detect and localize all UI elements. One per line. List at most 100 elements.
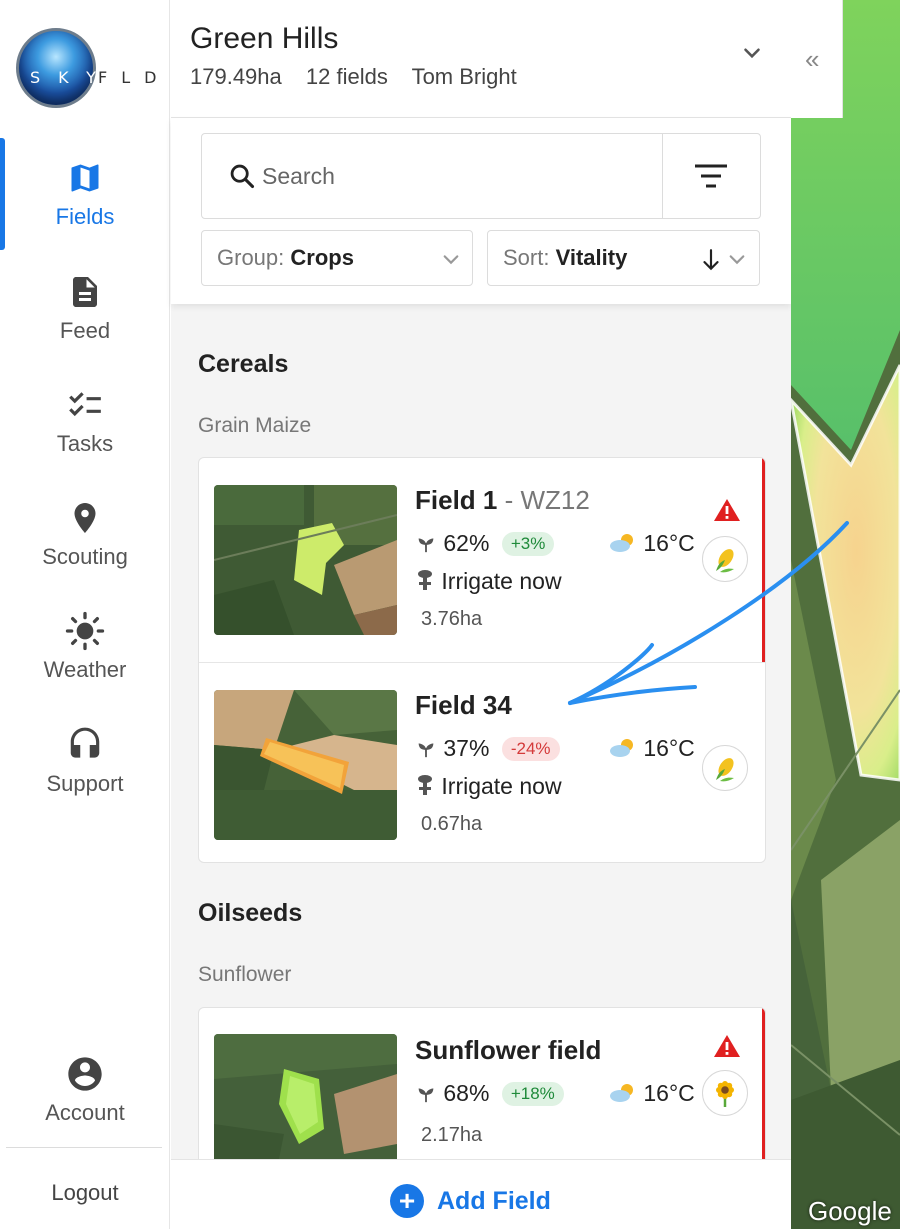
app-logo[interactable]: SKY FLD — [14, 26, 164, 110]
sidebar-item-feed[interactable]: Feed — [0, 272, 170, 382]
search-icon — [228, 162, 256, 195]
irrigation-action: Irrigate now — [415, 773, 562, 800]
sidebar-item-label: Support — [46, 771, 124, 796]
chevron-down-icon — [726, 251, 748, 274]
sidebar-item-label: Account — [45, 1100, 125, 1125]
logo-letters-b: FLD — [98, 68, 171, 87]
subgroup-title: Grain Maize — [198, 414, 312, 437]
irrigation-action: Irrigate now — [415, 568, 562, 595]
sidebar-item-weather[interactable]: Weather — [0, 611, 170, 721]
weather-metric: 16°C — [609, 530, 695, 557]
vitality-value: 62% — [443, 530, 490, 556]
group-dropdown[interactable]: Group: Crops — [201, 230, 473, 286]
partly-cloudy-icon — [609, 530, 643, 556]
field-area: 3.76ha — [421, 608, 483, 630]
field-row-field-34[interactable]: Field 34 37% -24% 16°C Irrigate now 0.67… — [199, 662, 765, 862]
field-row-sunflower-field[interactable]: Sunflower field 68% +18% 16°C 2.17ha — [199, 1008, 765, 1159]
checklist-icon — [0, 385, 170, 425]
sidebar-item-label: Scouting — [42, 544, 128, 569]
field-thumbnail — [214, 1034, 397, 1159]
search-box — [201, 133, 761, 219]
weather-metric: 16°C — [609, 735, 695, 762]
partly-cloudy-icon — [609, 735, 643, 761]
corn-icon — [702, 536, 748, 582]
field-area: 2.17ha — [421, 1124, 483, 1146]
logout-button[interactable]: Logout — [0, 1180, 170, 1206]
subgroup-title: Sunflower — [198, 963, 292, 986]
field-list: Cereals Grain Maize Field 1 - WZ12 62% +… — [171, 304, 791, 1159]
sidebar-nav: SKY FLD Fields Feed Tasks Scouting Weath… — [0, 0, 170, 1229]
corn-icon — [702, 745, 748, 791]
field-area: 0.67ha — [421, 813, 483, 835]
list-controls: Group: Crops Sort: Vitality — [171, 118, 791, 304]
warning-icon — [713, 1034, 741, 1063]
group-title: Cereals — [198, 350, 289, 378]
field-thumbnail — [214, 485, 397, 635]
vitality-value: 37% — [443, 735, 490, 761]
nav-divider — [6, 1147, 162, 1148]
sprout-icon — [415, 530, 443, 556]
sunflower-icon — [702, 1070, 748, 1116]
collapse-panel-button[interactable]: « — [791, 0, 843, 118]
sidebar-item-scouting[interactable]: Scouting — [0, 498, 170, 608]
partly-cloudy-icon — [609, 1080, 643, 1106]
group-dropdown-label: Group: — [217, 245, 285, 270]
fields-panel: Green Hills 179.49ha 12 fields Tom Brigh… — [171, 0, 791, 1229]
vitality-change-badge: +3% — [501, 532, 555, 556]
group-dropdown-value: Crops — [290, 245, 354, 270]
field-row-field-1[interactable]: Field 1 - WZ12 62% +3% 16°C Irrigate now… — [199, 458, 765, 660]
arrow-down-icon[interactable] — [700, 247, 722, 278]
sidebar-item-label: Fields — [55, 204, 115, 229]
document-icon — [0, 272, 170, 312]
map-view[interactable] — [791, 0, 900, 1229]
user-icon — [0, 1054, 170, 1094]
sort-dropdown-label: Sort: — [503, 245, 550, 270]
filter-button[interactable] — [662, 134, 760, 218]
vitality-change-badge: -24% — [501, 737, 560, 761]
plus-icon: + — [390, 1184, 424, 1218]
sidebar-item-support[interactable]: Support — [0, 725, 170, 835]
sidebar-item-label: Feed — [59, 318, 111, 343]
vitality-metric: 62% +3% — [415, 530, 555, 557]
temperature: 16°C — [643, 735, 695, 761]
sprinkler-icon — [415, 568, 441, 594]
farm-header[interactable]: Green Hills 179.49ha 12 fields Tom Brigh… — [171, 0, 791, 118]
field-name: Sunflower field — [415, 1035, 602, 1065]
field-card: Sunflower field 68% +18% 16°C 2.17ha — [198, 1007, 766, 1159]
sidebar-item-label: Weather — [43, 657, 127, 682]
sort-dropdown-value: Vitality — [555, 245, 628, 270]
group-title: Oilseeds — [198, 899, 303, 927]
chevron-down-icon — [440, 251, 462, 274]
map-icon — [0, 158, 170, 198]
field-thumbnail — [214, 690, 397, 840]
farm-area: 179.49ha — [190, 64, 282, 89]
vitality-metric: 37% -24% — [415, 735, 560, 762]
weather-metric: 16°C — [609, 1080, 695, 1107]
temperature: 16°C — [643, 530, 695, 556]
sidebar-item-tasks[interactable]: Tasks — [0, 385, 170, 495]
sort-dropdown[interactable]: Sort: Vitality — [487, 230, 760, 286]
sun-icon — [0, 611, 170, 651]
map-attribution: Google — [808, 1196, 892, 1226]
chevron-down-icon[interactable] — [739, 40, 765, 71]
location-pin-icon — [0, 498, 170, 538]
farm-owner: Tom Bright — [411, 64, 517, 89]
farm-meta: 179.49ha 12 fields Tom Bright — [190, 64, 535, 90]
double-chevron-left-icon: « — [805, 44, 820, 74]
headset-icon — [0, 725, 170, 765]
field-card: Field 1 - WZ12 62% +3% 16°C Irrigate now… — [198, 457, 766, 863]
sidebar-item-label: Tasks — [56, 431, 114, 456]
irrigation-text: Irrigate now — [441, 773, 562, 799]
add-field-button[interactable]: + Add Field — [171, 1159, 791, 1229]
sidebar-item-fields[interactable]: Fields — [0, 158, 170, 268]
farm-name: Green Hills — [190, 22, 339, 55]
warning-icon — [713, 498, 741, 527]
field-name: Field 34 — [415, 690, 512, 720]
add-field-label: Add Field — [437, 1187, 551, 1215]
search-input[interactable] — [262, 156, 642, 196]
sprinkler-icon — [415, 773, 441, 799]
vitality-metric: 68% +18% — [415, 1080, 564, 1107]
sprout-icon — [415, 1080, 443, 1106]
irrigation-text: Irrigate now — [441, 568, 562, 594]
field-code: - WZ12 — [504, 485, 590, 515]
